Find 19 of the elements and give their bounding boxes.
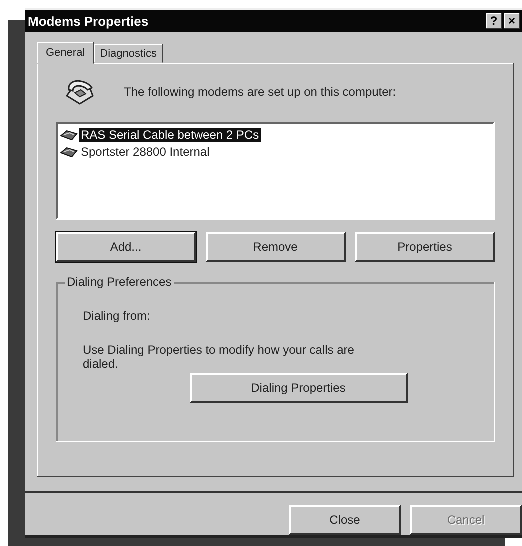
help-button[interactable]: ? bbox=[486, 13, 502, 30]
window-title: Modems Properties bbox=[28, 14, 149, 29]
modem-icon bbox=[60, 128, 78, 142]
list-button[interactable]: Add... bbox=[56, 232, 196, 262]
footer-button[interactable]: Close bbox=[289, 505, 401, 535]
close-button[interactable]: × bbox=[504, 13, 520, 30]
tab[interactable]: General bbox=[37, 42, 94, 64]
list-button[interactable]: Properties bbox=[355, 232, 495, 262]
intro-text: The following modems are set up on this computer: bbox=[124, 85, 396, 100]
group-title: Dialing Preferences bbox=[65, 275, 174, 290]
dialing-properties-button[interactable]: Dialing Properties bbox=[190, 373, 408, 404]
modem-item[interactable]: RAS Serial Cable between 2 PCs bbox=[79, 128, 262, 142]
dialing-from-label: Dialing from: bbox=[83, 309, 152, 324]
telephone-icon bbox=[64, 78, 96, 106]
list-button[interactable]: Remove bbox=[206, 232, 346, 262]
tab[interactable]: Diagnostics bbox=[94, 44, 163, 64]
modem-icon bbox=[60, 144, 78, 159]
hint-text: Use Dialing Properties to modify how your calls are dialed. bbox=[83, 343, 356, 372]
modem-item[interactable]: Sportster 28800 Internal bbox=[79, 144, 212, 159]
